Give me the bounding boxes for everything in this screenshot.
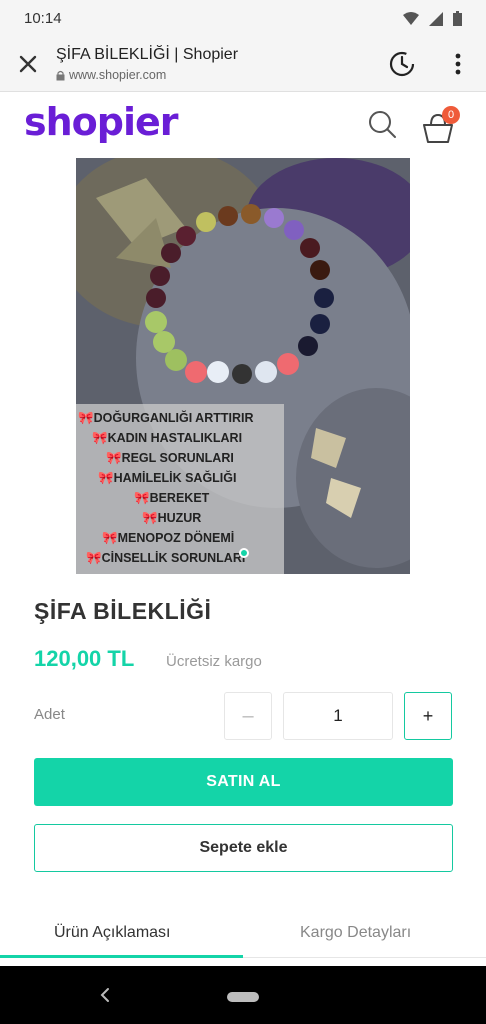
quantity-decrease-button[interactable]: – <box>224 692 272 740</box>
caption-line: 🎀HUZUR <box>142 511 202 525</box>
caption-line: 🎀REGL SORUNLARI <box>106 451 234 465</box>
add-to-cart-button[interactable]: Sepete ekle <box>34 824 453 872</box>
caption-line: 🎀CİNSELLİK SORUNLARI <box>86 551 246 565</box>
tab-divider <box>243 957 486 958</box>
quantity-increase-button[interactable]: + <box>404 692 452 740</box>
product-name: ŞİFA BİLEKLİĞİ <box>34 598 212 624</box>
caption-line: 🎀MENOPOZ DÖNEMİ <box>102 531 235 545</box>
caption-line: 🎀HAMİLELİK SAĞLIĞI <box>98 471 237 485</box>
product-image[interactable]: 🎀DOĞURGANLIĞI ARTTIRIR 🎀KADIN HASTALIKLA… <box>76 158 410 574</box>
close-tab-button[interactable] <box>14 50 42 78</box>
status-bar: 10:14 <box>0 0 486 36</box>
more-vert-icon <box>455 53 461 75</box>
caption-line: 🎀KADIN HASTALIKLARI <box>92 431 243 445</box>
caption-line: 🎀BEREKET <box>134 491 210 505</box>
status-time: 10:14 <box>24 10 62 27</box>
product-price: 120,00 TL <box>34 646 135 671</box>
back-icon[interactable] <box>98 985 112 1005</box>
shopier-logo[interactable]: shopier <box>24 100 179 144</box>
quantity-input[interactable]: 1 <box>283 692 393 740</box>
home-pill-button[interactable] <box>227 992 259 1002</box>
quantity-label: Adet <box>34 706 65 723</box>
browser-toolbar: ŞİFA BİLEKLİĞİ | Shopier www.shopier.com <box>0 36 486 92</box>
battery-icon <box>453 11 462 26</box>
cart-button[interactable]: 0 <box>420 106 460 144</box>
carousel-indicator-dot[interactable] <box>239 548 249 558</box>
image-caption-overlay: 🎀DOĞURGANLIĞI ARTTIRIR 🎀KADIN HASTALIKLA… <box>76 404 284 574</box>
page-title: ŞİFA BİLEKLİĞİ | Shopier <box>56 46 239 63</box>
caption-line: 🎀DOĞURGANLIĞI ARTTIRIR <box>78 411 254 425</box>
close-icon <box>19 55 37 73</box>
tab-shipping-details[interactable]: Kargo Detayları <box>300 924 411 942</box>
product-tabs: Ürün Açıklaması Kargo Detayları <box>0 912 486 958</box>
buy-now-button[interactable]: SATIN AL <box>34 758 453 806</box>
system-navigation-bar <box>0 966 486 1024</box>
history-button[interactable] <box>386 48 418 80</box>
search-button[interactable] <box>366 108 398 140</box>
history-icon <box>389 51 415 77</box>
url-text: www.shopier.com <box>69 68 167 82</box>
more-options-button[interactable] <box>448 50 468 78</box>
page-url[interactable]: www.shopier.com <box>56 68 166 82</box>
tab-product-description[interactable]: Ürün Açıklaması <box>54 924 170 942</box>
site-header: shopier 0 <box>0 92 486 158</box>
signal-icon <box>429 11 443 26</box>
active-tab-indicator <box>0 955 243 958</box>
lock-icon <box>56 70 65 80</box>
shipping-info: Ücretsiz kargo <box>166 653 262 670</box>
search-icon <box>369 111 396 138</box>
status-icons <box>403 11 462 26</box>
cart-count-badge: 0 <box>442 106 460 124</box>
wifi-icon <box>403 11 419 25</box>
